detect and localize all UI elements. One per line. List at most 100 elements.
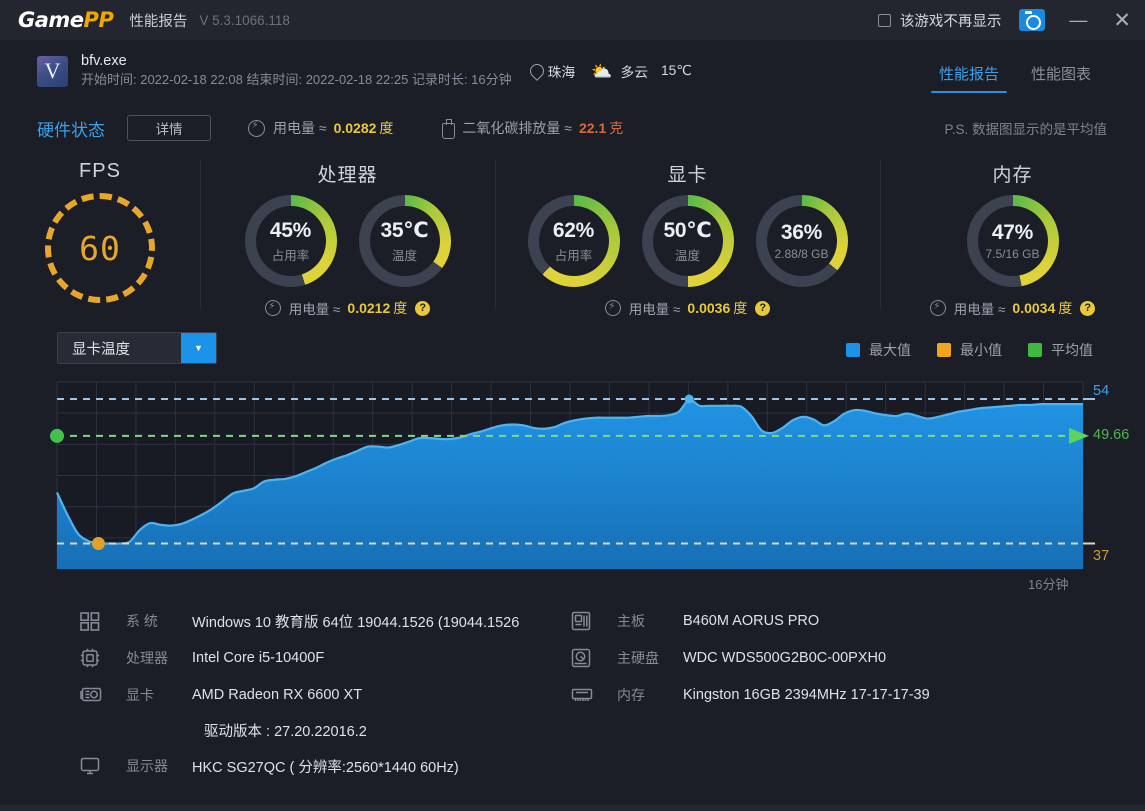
- cloud-sun-icon: ⛅: [591, 61, 613, 81]
- memory-energy-label: 用电量 ≈: [953, 302, 1006, 317]
- chart-max-label: 54: [1093, 383, 1110, 399]
- gpu-card-icon: [80, 684, 104, 706]
- hide-game-label[interactable]: 该游戏不再显示: [900, 10, 1002, 31]
- memory-gauge-row: 47% 7.5/16 GB: [880, 195, 1145, 287]
- gauge-section-fps: FPS 60: [0, 154, 200, 322]
- spec-value-motherboard: B460M AORUS PRO: [683, 613, 820, 629]
- gauge-section-memory: 内存 47% 7.5/16 GB 用电量 ≈ 0.0034 度 ?: [880, 154, 1145, 322]
- co2-value: 22.1: [578, 120, 607, 136]
- chart-canvas[interactable]: [0, 374, 1145, 589]
- cpu-energy-unit: 度: [393, 300, 408, 316]
- gauge-section-cpu: 处理器 45% 占用率 35℃ 温度 ⚡ 用电量 ≈ 0.0212 度 ?: [200, 154, 495, 322]
- cpu-usage-label: 占用率: [271, 248, 310, 263]
- spec-key-cpu: 处理器: [126, 650, 168, 666]
- gpu-usage-label: 占用率: [554, 248, 593, 263]
- gpu-temp-hole: 50℃ 温度: [652, 206, 723, 276]
- total-energy-block: 用电量 ≈ 0.0282 度: [248, 118, 393, 138]
- chart-duration-label: 16分钟: [1028, 577, 1069, 592]
- fps-gauge: 60: [45, 193, 155, 303]
- game-icon: V: [37, 55, 68, 87]
- cpu-energy-block: 用电量 ≈ 0.0212 度 ?: [200, 298, 495, 318]
- cpu-usage-hole: 45% 占用率: [255, 206, 326, 276]
- gpu-energy-block: 用电量 ≈ 0.0036 度 ?: [495, 298, 880, 318]
- spec-value-gpu: AMD Radeon RX 6600 XT: [192, 687, 363, 703]
- logo-game-text: Game: [18, 8, 84, 32]
- spec-key-motherboard: 主板: [617, 613, 645, 629]
- tab-performance-chart[interactable]: 性能图表: [1015, 63, 1107, 102]
- spec-row-gpu: 显卡 AMD Radeon RX 6600 XT: [80, 684, 362, 706]
- gpu-temp-label: 温度: [674, 249, 700, 263]
- chevron-down-icon[interactable]: ▼: [181, 333, 216, 363]
- spec-row-gpu-driver: 驱动版本 : 27.20.22016.2: [204, 720, 367, 741]
- bottom-strip: [0, 805, 1145, 811]
- memory-help-icon[interactable]: ?: [1080, 300, 1096, 316]
- spec-value-monitor: HKC SG27QC ( 分辨率:2560*1440 60Hz): [192, 759, 459, 776]
- version-label: V 5.3.1066.118: [199, 12, 290, 28]
- gpu-help-icon[interactable]: ?: [755, 300, 771, 316]
- windows-icon: [80, 610, 104, 632]
- game-info: bfv.exe 开始时间: 2022-02-18 22:08 结束时间: 202…: [81, 53, 512, 89]
- total-energy-unit: 度: [379, 120, 394, 136]
- legend-item-avg: 平均值: [1028, 340, 1093, 360]
- hide-game-checkbox[interactable]: [877, 13, 891, 27]
- detail-button[interactable]: 详情: [127, 115, 211, 141]
- cpu-chip-icon: [80, 647, 104, 669]
- harddisk-icon: [571, 647, 595, 669]
- spec-value-gpu-driver: 驱动版本 : 27.20.22016.2: [204, 724, 367, 740]
- session-info-bar: V bfv.exe 开始时间: 2022-02-18 22:08 结束时间: 2…: [0, 40, 1145, 102]
- gpu-title: 显卡: [667, 165, 708, 186]
- memory-usage-gauge: 47% 7.5/16 GB: [966, 195, 1059, 287]
- gpu-gauge-row: 62% 占用率 50℃ 温度 36% 2.88/8 GB: [495, 195, 880, 287]
- spec-value-system: Windows 10 教育版 64位 19044.1526 (19044.152…: [192, 614, 520, 631]
- gpu-temp-gauge: 50℃ 温度: [641, 195, 734, 287]
- legend-label-min: 最小值: [960, 342, 1002, 358]
- cpu-title: 处理器: [317, 165, 378, 186]
- spec-value-harddisk: WDC WDS500G2B0C-00PXH0: [683, 650, 887, 666]
- main-tabs: 性能报告 性能图表: [923, 40, 1145, 102]
- location-pin-icon: [530, 64, 543, 79]
- legend-swatch-max: [846, 343, 860, 357]
- spec-row-cpu: 处理器 Intel Core i5-10400F: [80, 647, 324, 669]
- bolt-icon: [248, 119, 265, 137]
- co2-block: 二氧化碳排放量 ≈ 22.1 克: [441, 118, 624, 139]
- cpu-temp-label: 温度: [391, 249, 417, 263]
- chart-legend: 最大值 最小值 平均值: [846, 340, 1093, 360]
- location-name: 珠海: [547, 65, 576, 80]
- legend-label-max: 最大值: [869, 342, 911, 358]
- spec-key-system: 系 统: [126, 613, 158, 629]
- gpu-usage-gauge: 62% 占用率: [527, 195, 620, 287]
- memory-usage-value: 47%: [991, 221, 1034, 244]
- minimize-button[interactable]: —: [1069, 11, 1087, 29]
- gpu-energy-value: 0.0036: [687, 300, 731, 316]
- gpu-vram-label: 2.88/8 GB: [774, 247, 829, 261]
- gauges-panel: FPS 60 处理器 45% 占用率 35℃ 温度 ⚡ 用电量 ≈ 0.0212…: [0, 154, 1145, 322]
- total-energy-label: 用电量 ≈: [273, 120, 327, 136]
- gamepp-window: GamePP 性能报告 V 5.3.1066.118 该游戏不再显示 — ✕ V…: [0, 0, 1145, 811]
- tab-performance-report[interactable]: 性能报告: [923, 63, 1015, 102]
- legend-item-max: 最大值: [846, 340, 911, 360]
- memory-title: 内存: [992, 165, 1033, 186]
- spec-value-memory: Kingston 16GB 2394MHz 17-17-17-39: [683, 687, 930, 703]
- average-note: P.S. 数据图显示的是平均值: [944, 122, 1107, 137]
- memory-usage-hole: 47% 7.5/16 GB: [977, 206, 1048, 276]
- spec-row-system: 系 统 Windows 10 教育版 64位 19044.1526 (19044…: [80, 610, 519, 632]
- cpu-usage-value: 45%: [269, 218, 312, 242]
- metric-select[interactable]: 显卡温度 ▼: [57, 332, 217, 364]
- weather-text: 多云: [620, 65, 648, 80]
- cpu-bolt-icon: [264, 300, 281, 316]
- close-button[interactable]: ✕: [1113, 10, 1131, 31]
- session-times: 开始时间: 2022-02-18 22:08 结束时间: 2022-02-18 …: [81, 72, 512, 87]
- spec-row-harddisk: 主硬盘 WDC WDS500G2B0C-00PXH0: [571, 647, 886, 669]
- temperature-text: 15℃: [661, 63, 692, 78]
- screenshot-icon[interactable]: [1019, 9, 1046, 31]
- co2-unit: 克: [609, 120, 624, 136]
- gpu-energy-unit: 度: [733, 300, 748, 316]
- system-specs: 系 统 Windows 10 教育版 64位 19044.1526 (19044…: [0, 596, 1145, 811]
- app-logo: GamePP: [18, 8, 114, 32]
- fps-title: FPS: [79, 160, 121, 182]
- spec-key-memory: 内存: [617, 687, 645, 703]
- cpu-help-icon[interactable]: ?: [415, 300, 431, 316]
- gpu-temp-value: 50℃: [663, 219, 712, 242]
- cpu-temp-value: 35℃: [380, 219, 429, 242]
- logo-pp-text: PP: [83, 8, 114, 32]
